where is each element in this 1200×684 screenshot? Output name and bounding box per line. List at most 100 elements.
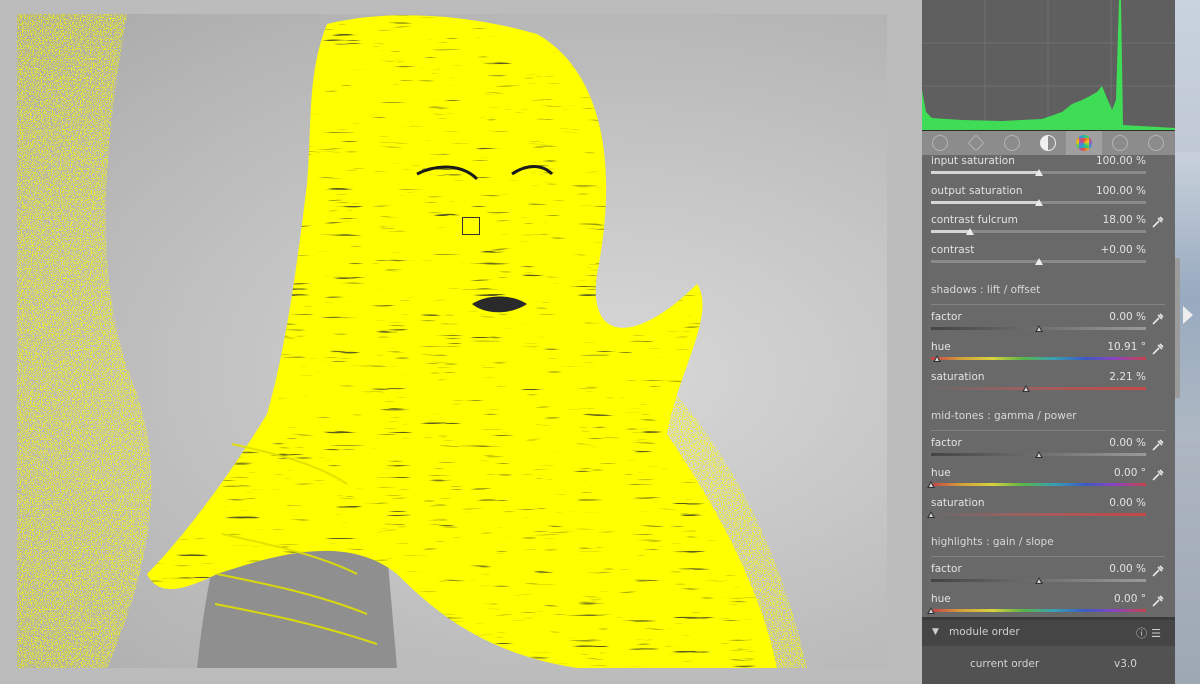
slider-shadows-hue[interactable]: hue 10.91 ° bbox=[931, 341, 1165, 369]
slider-label: contrast fulcrum bbox=[931, 214, 1018, 226]
slider-label: hue bbox=[931, 593, 951, 605]
effects-tab[interactable] bbox=[1138, 131, 1174, 155]
slider-label: hue bbox=[931, 341, 951, 353]
slider-fill bbox=[931, 171, 1039, 174]
slider-value: +0.00 % bbox=[1100, 244, 1147, 256]
slider-handle[interactable] bbox=[1034, 325, 1043, 332]
expand-panel-arrow-icon[interactable] bbox=[1183, 306, 1193, 324]
slider-track bbox=[931, 483, 1146, 486]
circle-icon bbox=[1004, 135, 1020, 151]
effects-icon bbox=[1148, 135, 1164, 151]
color-picker-icon[interactable] bbox=[1151, 311, 1165, 325]
right-panel: input saturation 100.00 % output saturat… bbox=[922, 0, 1175, 684]
slider-handle[interactable] bbox=[965, 228, 974, 235]
correct-icon bbox=[1112, 135, 1128, 151]
overexposure-overlay bbox=[17, 14, 807, 668]
slider-value: 100.00 % bbox=[1095, 185, 1146, 197]
slider-value: 10.91 ° bbox=[1107, 341, 1146, 353]
section-shadows: shadows : lift / offset bbox=[931, 284, 1165, 305]
slider-shadows-factor[interactable]: factor 0.00 % bbox=[931, 311, 1165, 339]
slider-track bbox=[931, 357, 1146, 360]
slider-handle[interactable] bbox=[1034, 169, 1043, 176]
power-tab[interactable] bbox=[922, 131, 958, 155]
slider-track bbox=[931, 230, 1146, 233]
slider-label: hue bbox=[931, 467, 951, 479]
slider-value: 0.00 % bbox=[1109, 497, 1146, 509]
slider-fill bbox=[931, 230, 970, 233]
slider-label: factor bbox=[931, 311, 962, 323]
favorites-tab[interactable] bbox=[958, 131, 994, 155]
tone-icon bbox=[1040, 135, 1056, 151]
slider-shadows-saturation[interactable]: saturation 2.21 % bbox=[931, 371, 1165, 399]
slider-handle[interactable] bbox=[933, 355, 942, 362]
slider-label: contrast bbox=[931, 244, 975, 256]
slider-label: output saturation bbox=[931, 185, 1023, 197]
slider-value: 100.00 % bbox=[1095, 155, 1146, 167]
slider-value: 0.00 % bbox=[1109, 437, 1146, 449]
slider-contrast-fulcrum[interactable]: contrast fulcrum 18.00 % bbox=[931, 214, 1165, 242]
module-order-controls[interactable]: ⓘ☰ bbox=[1136, 625, 1165, 641]
slider-fill bbox=[931, 201, 1039, 204]
slider-midtones-factor[interactable]: factor 0.00 % bbox=[931, 437, 1165, 465]
photo-preview[interactable] bbox=[17, 14, 887, 668]
slider-handle[interactable] bbox=[1034, 258, 1043, 265]
panel-scrollbar[interactable] bbox=[1175, 258, 1180, 398]
slider-track bbox=[931, 387, 1146, 390]
star-icon bbox=[967, 134, 985, 152]
slider-handle[interactable] bbox=[927, 607, 935, 614]
module-order-title: module order bbox=[949, 626, 1020, 638]
slider-handle[interactable] bbox=[927, 511, 935, 518]
focus-square[interactable] bbox=[462, 217, 480, 235]
color-picker-icon[interactable] bbox=[1151, 593, 1165, 607]
slider-midtones-saturation[interactable]: saturation 0.00 % bbox=[927, 497, 1165, 525]
correct-tab[interactable] bbox=[1102, 131, 1138, 155]
color-picker-icon[interactable] bbox=[1151, 563, 1165, 577]
tone-tab[interactable] bbox=[1030, 131, 1066, 155]
color-tab[interactable] bbox=[1066, 131, 1102, 155]
color-wheel-icon bbox=[1076, 135, 1092, 151]
slider-highlights-factor[interactable]: factor 0.00 % bbox=[931, 563, 1165, 591]
slider-handle[interactable] bbox=[1034, 577, 1043, 584]
image-canvas[interactable] bbox=[0, 0, 922, 684]
slider-label: input saturation bbox=[931, 155, 1015, 167]
slider-label: saturation bbox=[931, 371, 985, 383]
color-picker-icon[interactable] bbox=[1151, 341, 1165, 355]
slider-value: 0.00 % bbox=[1109, 311, 1146, 323]
slider-value: 0.00 % bbox=[1109, 563, 1146, 575]
module-order-header[interactable]: ▼ module order ⓘ☰ bbox=[922, 620, 1175, 646]
slider-value: 2.21 % bbox=[1109, 371, 1146, 383]
slider-track bbox=[931, 513, 1146, 516]
slider-track bbox=[931, 609, 1146, 612]
current-order-label: current order bbox=[970, 658, 1040, 670]
slider-handle[interactable] bbox=[1021, 385, 1030, 392]
slider-value: 0.00 ° bbox=[1114, 593, 1146, 605]
current-order-row: current order v3.0 bbox=[922, 646, 1175, 684]
color-picker-icon[interactable] bbox=[1151, 437, 1165, 451]
color-balance-module: input saturation 100.00 % output saturat… bbox=[922, 155, 1175, 617]
module-group-tabs bbox=[922, 131, 1175, 155]
slider-input-saturation[interactable]: input saturation 100.00 % bbox=[931, 155, 1165, 183]
section-highlights: highlights : gain / slope bbox=[931, 536, 1165, 557]
color-picker-icon[interactable] bbox=[1151, 214, 1165, 228]
slider-contrast[interactable]: contrast +0.00 % bbox=[931, 244, 1165, 272]
slider-value: 0.00 ° bbox=[1114, 467, 1146, 479]
slider-label: factor bbox=[931, 437, 962, 449]
slider-handle[interactable] bbox=[1034, 451, 1043, 458]
current-order-value: v3.0 bbox=[1114, 658, 1137, 670]
reset-icon[interactable]: ⓘ bbox=[1136, 627, 1151, 640]
power-icon bbox=[932, 135, 948, 151]
slider-midtones-hue[interactable]: hue 0.00 ° bbox=[927, 467, 1165, 495]
section-midtones: mid-tones : gamma / power bbox=[931, 410, 1165, 431]
slider-label: saturation bbox=[931, 497, 985, 509]
slider-value: 18.00 % bbox=[1102, 214, 1146, 226]
slider-handle[interactable] bbox=[927, 481, 935, 488]
base-tab[interactable] bbox=[994, 131, 1030, 155]
histogram[interactable] bbox=[922, 0, 1175, 131]
presets-menu-icon[interactable]: ☰ bbox=[1151, 627, 1165, 640]
slider-label: factor bbox=[931, 563, 962, 575]
slider-highlights-hue[interactable]: hue 0.00 ° bbox=[927, 593, 1165, 617]
collapse-arrow-icon[interactable]: ▼ bbox=[932, 627, 939, 637]
slider-handle[interactable] bbox=[1034, 199, 1043, 206]
slider-output-saturation[interactable]: output saturation 100.00 % bbox=[931, 185, 1165, 213]
color-picker-icon[interactable] bbox=[1151, 467, 1165, 481]
